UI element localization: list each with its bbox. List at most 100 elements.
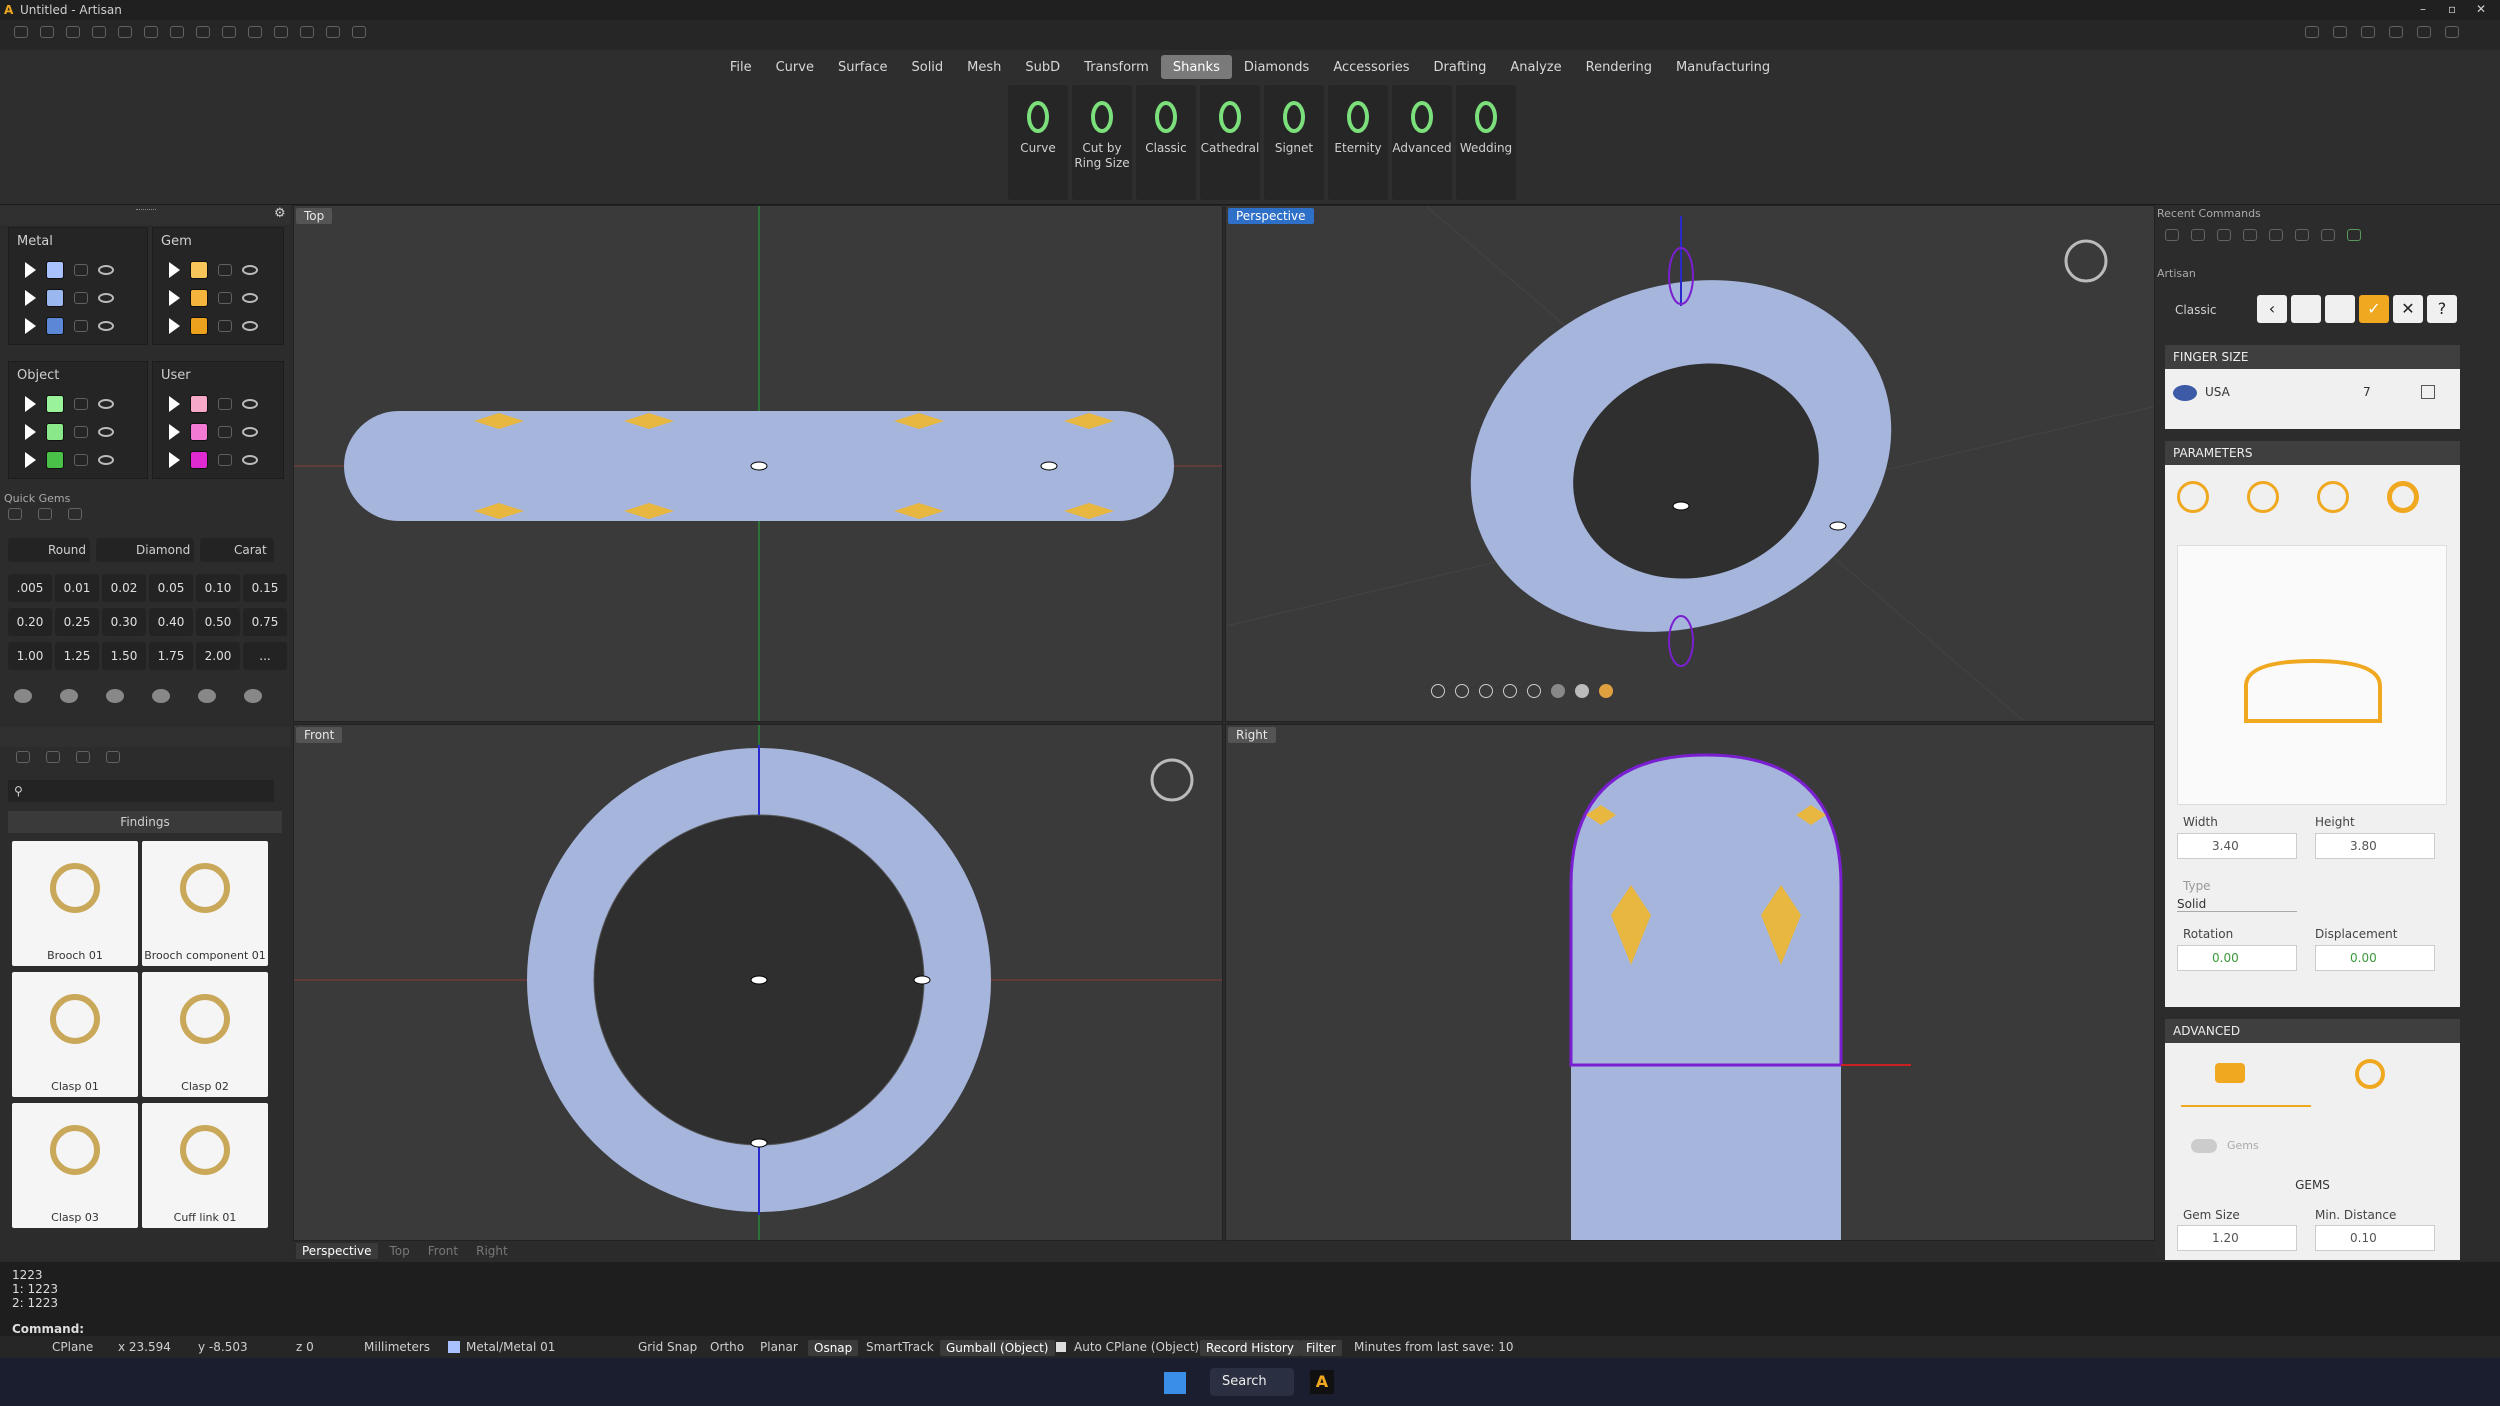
- close-window-button[interactable]: ✕: [2476, 2, 2486, 16]
- new-file-icon[interactable]: [14, 26, 28, 38]
- import-icon[interactable]: [76, 751, 90, 763]
- visibility-icon[interactable]: [98, 455, 114, 465]
- expand-icon[interactable]: [25, 452, 36, 468]
- menu-analyze[interactable]: Analyze: [1498, 55, 1573, 79]
- tool-classic[interactable]: Classic: [1136, 85, 1196, 200]
- expand-icon[interactable]: [169, 318, 180, 334]
- expand-icon[interactable]: [25, 396, 36, 412]
- advanced-section[interactable]: ADVANCED: [2165, 1019, 2460, 1043]
- menu-rendering[interactable]: Rendering: [1574, 55, 1664, 79]
- gem-view-icon[interactable]: [38, 508, 52, 520]
- library-item[interactable]: Cuff link 01: [142, 1103, 268, 1228]
- lock-icon[interactable]: [218, 454, 232, 466]
- profile-tab-1[interactable]: [2177, 481, 2209, 513]
- carat-value-button[interactable]: 0.02: [102, 574, 146, 602]
- rotation-input[interactable]: 0.00: [2177, 945, 2297, 971]
- new-folder-icon[interactable]: [46, 751, 60, 763]
- tool-advanced[interactable]: Advanced: [1392, 85, 1452, 200]
- menu-curve[interactable]: Curve: [764, 55, 826, 79]
- recent-gem-icon[interactable]: [2165, 229, 2179, 241]
- lock-icon[interactable]: [74, 264, 88, 276]
- profile-tab-2[interactable]: [2247, 481, 2279, 513]
- lock-icon[interactable]: [218, 292, 232, 304]
- menu-solid[interactable]: Solid: [899, 55, 955, 79]
- redo-icon[interactable]: [144, 26, 158, 38]
- settings-icon[interactable]: [2445, 26, 2459, 38]
- finger-size-select[interactable]: 7: [2363, 385, 2371, 399]
- new-template-icon[interactable]: [40, 26, 54, 38]
- library-item[interactable]: Clasp 02: [142, 972, 268, 1097]
- carat-value-button[interactable]: 0.20: [8, 608, 52, 636]
- menu-accessories[interactable]: Accessories: [1321, 55, 1421, 79]
- carat-value-button[interactable]: 0.40: [149, 608, 193, 636]
- carat-value-button[interactable]: 0.01: [55, 574, 99, 602]
- expand-icon[interactable]: [169, 290, 180, 306]
- layout-tab-front[interactable]: Front: [422, 1243, 464, 1259]
- save-icon[interactable]: [170, 26, 184, 38]
- gems-tab-icon[interactable]: [2215, 1063, 2245, 1083]
- gem-shape-select[interactable]: Round: [8, 538, 90, 562]
- save-preset-button[interactable]: [2291, 295, 2321, 323]
- metal-layer-row[interactable]: [9, 312, 147, 340]
- menu-transform[interactable]: Transform: [1072, 55, 1161, 79]
- current-layer[interactable]: Metal/Metal 01: [466, 1340, 555, 1354]
- menu-mesh[interactable]: Mesh: [955, 55, 1013, 79]
- expand-icon[interactable]: [169, 452, 180, 468]
- marquise-cut-icon[interactable]: [198, 689, 216, 703]
- layer-color-swatch[interactable]: [190, 289, 208, 307]
- smarttrack-toggle[interactable]: SmartTrack: [866, 1340, 934, 1354]
- carat-value-button[interactable]: 0.15: [243, 574, 287, 602]
- lock-icon[interactable]: [74, 398, 88, 410]
- carat-value-button[interactable]: 0.10: [196, 574, 240, 602]
- gem-material-select[interactable]: Diamond: [96, 538, 194, 562]
- height-input[interactable]: 3.80: [2315, 833, 2435, 859]
- confirm-button[interactable]: ✓: [2359, 295, 2389, 323]
- gumball-toggle[interactable]: Gumball (Object): [940, 1340, 1055, 1356]
- menu-manufacturing[interactable]: Manufacturing: [1664, 55, 1782, 79]
- carat-value-button[interactable]: 1.75: [149, 642, 193, 670]
- recent-curve-icon[interactable]: [2243, 229, 2257, 241]
- user-layer-row[interactable]: [153, 446, 283, 474]
- visibility-icon[interactable]: [242, 399, 258, 409]
- cushion-cut-icon[interactable]: [106, 689, 124, 703]
- carat-value-button[interactable]: 0.05: [149, 574, 193, 602]
- carat-value-button[interactable]: 0.50: [196, 608, 240, 636]
- help-button[interactable]: ?: [2427, 295, 2457, 323]
- profile-tab-4[interactable]: [2387, 481, 2419, 513]
- drag-handle[interactable]: [136, 209, 156, 212]
- artisan-taskbar-icon[interactable]: A: [1310, 1370, 1334, 1394]
- lock-icon[interactable]: [74, 320, 88, 332]
- rendered-icon[interactable]: [1575, 684, 1589, 698]
- viewport-right[interactable]: Right: [1225, 724, 2155, 1241]
- open-file-icon[interactable]: [66, 26, 80, 38]
- expand-icon[interactable]: [169, 262, 180, 278]
- gems-toggle[interactable]: [2191, 1139, 2217, 1153]
- viewport-perspective[interactable]: Perspective: [1225, 205, 2155, 722]
- menu-diamonds[interactable]: Diamonds: [1232, 55, 1321, 79]
- layer-color-swatch[interactable]: [46, 423, 64, 441]
- visibility-icon[interactable]: [242, 427, 258, 437]
- visibility-icon[interactable]: [242, 265, 258, 275]
- gem-layer-row[interactable]: [153, 284, 283, 312]
- displacement-input[interactable]: 0.00: [2315, 945, 2435, 971]
- carat-value-button[interactable]: 0.25: [55, 608, 99, 636]
- gem-settings-icon[interactable]: [8, 508, 22, 520]
- parameters-section[interactable]: PARAMETERS: [2165, 441, 2460, 465]
- recent-dimension-icon[interactable]: [2217, 229, 2231, 241]
- visibility-icon[interactable]: [98, 293, 114, 303]
- folder-icon[interactable]: [16, 751, 30, 763]
- object-layer-row[interactable]: [9, 446, 147, 474]
- recent-classic-icon[interactable]: [2347, 229, 2361, 241]
- layer-color-swatch[interactable]: [190, 317, 208, 335]
- zoom-icon[interactable]: [1455, 684, 1469, 698]
- layout-tab-perspective[interactable]: Perspective: [296, 1243, 378, 1259]
- carat-value-button[interactable]: 1.25: [55, 642, 99, 670]
- layer-color-swatch[interactable]: [46, 451, 64, 469]
- oval-cut-icon[interactable]: [60, 689, 78, 703]
- layer-color-swatch[interactable]: [190, 395, 208, 413]
- layer-color-swatch[interactable]: [46, 395, 64, 413]
- lock-icon[interactable]: [218, 398, 232, 410]
- material-icon[interactable]: [1599, 684, 1613, 698]
- menu-file[interactable]: File: [718, 55, 764, 79]
- custom-cut-icon[interactable]: [244, 689, 262, 703]
